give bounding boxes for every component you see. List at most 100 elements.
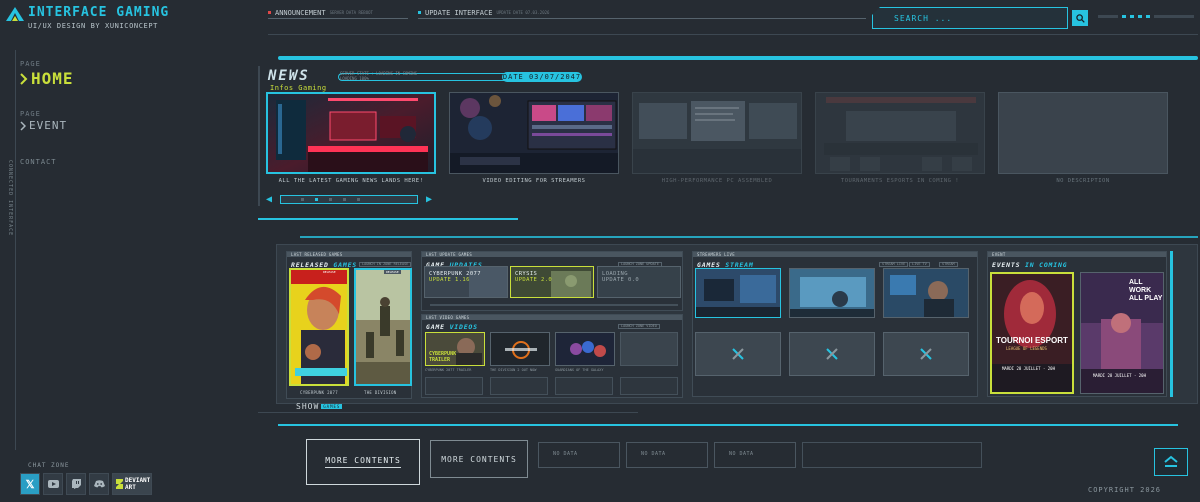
social-links: 𝕏 DEVIANT ART xyxy=(20,473,152,495)
event-poster-tournament[interactable]: TOURNOI ESPORT LEAGUE OF LEGENDS MARDI 2… xyxy=(990,272,1074,394)
deviantart-line2: ART xyxy=(125,484,136,491)
pager-dot[interactable] xyxy=(357,198,360,201)
brand-subtitle: UI/UX DESIGN BY XUNICONCEPT xyxy=(28,22,158,30)
nav-event-label: EVENT xyxy=(29,119,68,132)
news-card[interactable]: HIGH-PERFORMANCE PC ASSEMBLED xyxy=(632,92,802,188)
cyberpunk-poster[interactable]: RELEASE xyxy=(289,268,349,386)
news-caption: VIDEO EDITING FOR STREAMERS xyxy=(482,178,586,184)
deviantart-link[interactable]: DEVIANT ART xyxy=(112,473,152,495)
brand-title: INTERFACE GAMING xyxy=(28,5,170,20)
more-contents-label: MORE CONTENTS xyxy=(441,454,517,464)
videos-title-b: VIDEOS xyxy=(444,323,478,331)
pager-track[interactable] xyxy=(280,195,418,204)
empty-news-slot xyxy=(998,92,1168,174)
close-x-icon xyxy=(920,348,932,360)
close-x-icon xyxy=(732,348,744,360)
event-title: TOURNOI ESPORT xyxy=(996,336,1068,345)
update-card[interactable]: LOADING UPDATE 0.0 xyxy=(597,266,681,298)
x-twitter-link[interactable]: 𝕏 xyxy=(20,473,40,495)
copyright: COPYRIGHT 2026 xyxy=(1088,486,1162,494)
news-status: SERVER STATE : LOADING IN COMING LOADING… xyxy=(340,71,417,81)
division-poster[interactable]: RELEASE xyxy=(354,268,412,386)
stream-link[interactable]: LIVE TV xyxy=(909,262,930,267)
video-slot-empty xyxy=(555,377,613,395)
event-title: ALL WORK ALL PLAY xyxy=(1129,279,1163,302)
videos-title-a: GAME xyxy=(426,323,445,331)
release-badge: RELEASE xyxy=(384,270,401,274)
update-interface-note: UPDATE DATE 07.03.2026 xyxy=(496,10,550,15)
search-button[interactable] xyxy=(1072,10,1088,26)
chat-zone-label: CHAT ZONE xyxy=(28,462,70,469)
video-thumb-empty[interactable] xyxy=(620,332,678,366)
stream-thumb[interactable] xyxy=(883,268,969,318)
chevron-up-icon xyxy=(1164,455,1178,467)
event-poster-allwork[interactable]: ALL WORK ALL PLAY MARDI 28 JUILLET - 20H xyxy=(1080,272,1164,394)
video-overlay-text: CYBERPUNK TRAILER xyxy=(429,351,456,363)
section-divider-2 xyxy=(300,236,1198,238)
deviantart-line1: DEVIANT xyxy=(125,477,151,484)
pager-dot-active[interactable] xyxy=(315,198,318,201)
event-subtitle: LEAGUE OF LEGENDS xyxy=(1006,346,1047,351)
news-card[interactable]: VIDEO EDITING FOR STREAMERS xyxy=(449,92,619,188)
video-slot-empty xyxy=(490,377,548,395)
stream-empty-slot[interactable] xyxy=(789,332,875,376)
show-games-link[interactable]: SHOW GAMES xyxy=(296,402,343,411)
alert-dot-icon xyxy=(268,11,271,14)
show-label: SHOW xyxy=(296,402,320,411)
discord-link[interactable] xyxy=(89,473,109,495)
update-card[interactable]: CYBERPUNK 2077 UPDATE 1.16 xyxy=(424,266,508,298)
news-card[interactable]: NO DESCRIPTION xyxy=(998,92,1168,188)
update-line2: UPDATE 1.16 xyxy=(429,277,470,283)
nav-item-home[interactable]: PAGE HOME xyxy=(20,60,74,88)
no-data-slot: NO DATA xyxy=(538,442,620,468)
video-thumb-guardians[interactable] xyxy=(555,332,615,366)
events-top-label: EVENT xyxy=(992,252,1006,257)
stream-empty-slot[interactable] xyxy=(695,332,781,376)
video-thumb-division[interactable] xyxy=(490,332,550,366)
esport-arena-image xyxy=(815,92,985,174)
poster-caption: THE DIVISION xyxy=(364,390,397,395)
video-caption: CYBERPUNK 2077 TRAILER xyxy=(425,368,472,372)
section-divider xyxy=(258,218,518,220)
stream-thumb[interactable] xyxy=(695,268,781,318)
nav-item-event[interactable]: PAGE EVENT xyxy=(20,110,67,132)
more-contents-button[interactable]: MORE CONTENTS xyxy=(430,440,528,478)
pc-monitors-image xyxy=(632,92,802,174)
logo-mark-icon xyxy=(6,7,24,21)
announcement-item[interactable]: ANNOUNCEMENT SERVER DATA REBOOT xyxy=(268,7,408,19)
nav-item-contact[interactable]: CONTACT xyxy=(20,158,57,166)
pager-dot[interactable] xyxy=(329,198,332,201)
pager-dot[interactable] xyxy=(301,198,304,201)
search-input[interactable] xyxy=(894,11,1054,25)
video-thumb-cyberpunk[interactable]: CYBERPUNK TRAILER xyxy=(425,332,485,366)
update-interface-item[interactable]: UPDATE INTERFACE UPDATE DATE 07.03.2026 xyxy=(418,7,866,19)
bottom-divider-2 xyxy=(258,412,638,413)
stream-thumb[interactable] xyxy=(789,268,875,318)
stream-link[interactable]: STREAM xyxy=(939,262,958,267)
update-card[interactable]: CRYSIS UPDATE 2.0 xyxy=(510,266,594,298)
youtube-link[interactable] xyxy=(43,473,63,495)
deviantart-icon xyxy=(116,479,123,489)
pager-dot[interactable] xyxy=(343,198,346,201)
video-overlay-line2: TRAILER xyxy=(429,357,451,363)
nav-contact-label: CONTACT xyxy=(20,158,57,166)
scroll-top-button[interactable] xyxy=(1154,448,1188,476)
chevron-right-icon xyxy=(20,72,28,85)
stream-empty-slot[interactable] xyxy=(883,332,969,376)
videos-zone-link[interactable]: LAUNCH ZONE VIDEO xyxy=(618,324,660,329)
pager-next-icon[interactable]: ▶ xyxy=(426,194,432,206)
no-data-label: NO DATA xyxy=(641,451,666,457)
announcement-note: SERVER DATA REBOOT xyxy=(329,10,373,15)
more-contents-button[interactable]: MORE CONTENTS xyxy=(306,439,420,485)
news-subtitle: Infos Gaming xyxy=(270,84,327,92)
news-card[interactable]: ALL THE LATEST GAMING NEWS LANDS HERE! xyxy=(266,92,436,188)
stream-link[interactable]: STREAM LIVE xyxy=(879,262,909,267)
twitch-link[interactable] xyxy=(66,473,86,495)
news-card[interactable]: TOURNAMENTS ESPORTS IN COMING ! xyxy=(815,92,985,188)
video-slot-empty xyxy=(620,377,678,395)
release-badge: RELEASE xyxy=(321,270,338,274)
released-zone-link[interactable]: LAUNCH IN ZONE RELEASE xyxy=(359,262,412,267)
nav-home-page-label: PAGE xyxy=(20,60,41,68)
pager-prev-icon[interactable]: ◀ xyxy=(266,194,272,206)
panel-header-bar xyxy=(693,252,977,257)
